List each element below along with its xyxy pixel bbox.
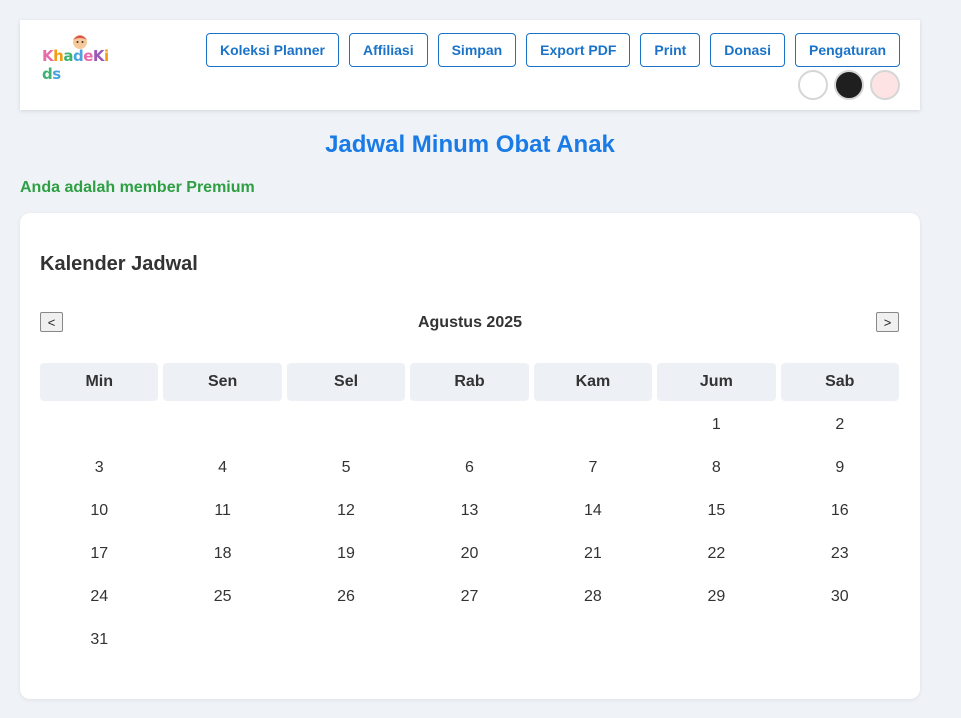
calendar-day[interactable]: 28 <box>534 575 652 618</box>
header: KhadeKids Koleksi Planner Affiliasi Simpan… <box>20 20 920 110</box>
weekday-header-cell: Rab <box>410 363 529 401</box>
weekday-header-cell: Sel <box>286 363 406 401</box>
calendar-day[interactable]: 6 <box>410 446 528 489</box>
simpan-button[interactable]: Simpan <box>437 33 517 67</box>
calendar-empty-cell <box>534 618 652 661</box>
calendar-day[interactable]: 22 <box>657 532 775 575</box>
calendar-day[interactable]: 17 <box>40 532 158 575</box>
export-pdf-button[interactable]: Export PDF <box>526 33 631 67</box>
weekday-header-cell: Sab <box>780 363 899 401</box>
calendar-day[interactable]: 26 <box>287 575 405 618</box>
page-title: Jadwal Minum Obat Anak <box>325 131 615 158</box>
khadekids-logo[interactable]: KhadeKids <box>42 31 118 83</box>
calendar-card: Kalender Jadwal < Agustus 2025 > Min Sen S… <box>20 213 920 699</box>
calendar-title: Kalender Jadwal <box>40 253 198 275</box>
calendar-empty-cell <box>163 618 281 661</box>
calendar-day[interactable]: 25 <box>163 575 281 618</box>
affiliasi-button[interactable]: Affiliasi <box>349 33 428 67</box>
pengaturan-button[interactable]: Pengaturan <box>794 33 900 67</box>
calendar-day[interactable]: 13 <box>410 489 528 532</box>
calendar-day[interactable]: 29 <box>657 575 775 618</box>
next-month-button[interactable]: > <box>876 312 899 332</box>
theme-white-swatch[interactable] <box>798 70 828 100</box>
weekday-header: Min Sen Sel Rab Kam Jum Sab <box>40 363 899 401</box>
weekday-header-cell: Min <box>40 363 159 401</box>
calendar-days: 1 2 3 4 5 6 7 8 9 10 11 12 13 14 15 16 17 18 19 20 21 22 23 24 2… <box>40 403 899 661</box>
calendar-empty-cell <box>163 403 281 446</box>
calendar-day[interactable]: 1 <box>657 403 775 446</box>
theme-black-swatch[interactable] <box>834 70 864 100</box>
calendar-day[interactable]: 15 <box>657 489 775 532</box>
calendar-day[interactable]: 23 <box>781 532 899 575</box>
calendar-empty-cell <box>40 403 158 446</box>
calendar-day[interactable]: 27 <box>410 575 528 618</box>
weekday-header-cell: Jum <box>657 363 776 401</box>
calendar-empty-cell <box>410 618 528 661</box>
weekday-header-cell: Sen <box>163 363 282 401</box>
weekday-header-cell: Kam <box>533 363 653 401</box>
calendar-empty-cell <box>410 403 528 446</box>
donasi-button[interactable]: Donasi <box>710 33 785 67</box>
logo-text: KhadeKids <box>42 47 109 83</box>
calendar-day[interactable]: 24 <box>40 575 158 618</box>
theme-pink-swatch[interactable] <box>870 70 900 100</box>
calendar-day[interactable]: 7 <box>534 446 652 489</box>
calendar-day[interactable]: 3 <box>40 446 158 489</box>
calendar-day[interactable]: 11 <box>163 489 281 532</box>
calendar-empty-cell <box>534 403 652 446</box>
theme-switcher <box>798 70 900 100</box>
calendar-day[interactable]: 9 <box>781 446 899 489</box>
print-button[interactable]: Print <box>640 33 701 67</box>
calendar-day[interactable]: 10 <box>40 489 158 532</box>
calendar-day[interactable]: 20 <box>410 532 528 575</box>
calendar-day[interactable]: 8 <box>657 446 775 489</box>
calendar-day[interactable]: 19 <box>287 532 405 575</box>
calendar-empty-cell <box>287 403 405 446</box>
top-nav: Koleksi Planner Affiliasi Simpan Export PDF… <box>205 33 900 67</box>
calendar-day[interactable]: 14 <box>534 489 652 532</box>
month-label: Agustus 2025 <box>417 314 523 331</box>
member-status: Anda adalah member Premium <box>20 179 255 196</box>
calendar-day[interactable]: 21 <box>534 532 652 575</box>
calendar-empty-cell <box>287 618 405 661</box>
koleksi-planner-button[interactable]: Koleksi Planner <box>205 33 340 67</box>
calendar-empty-cell <box>657 618 775 661</box>
calendar-day[interactable]: 30 <box>781 575 899 618</box>
calendar-day[interactable]: 18 <box>163 532 281 575</box>
calendar-day[interactable]: 16 <box>781 489 899 532</box>
calendar-empty-cell <box>781 618 899 661</box>
calendar-day[interactable]: 4 <box>163 446 281 489</box>
calendar-day[interactable]: 5 <box>287 446 405 489</box>
calendar-day[interactable]: 31 <box>40 618 158 661</box>
calendar-day[interactable]: 2 <box>781 403 899 446</box>
calendar-day[interactable]: 12 <box>287 489 405 532</box>
